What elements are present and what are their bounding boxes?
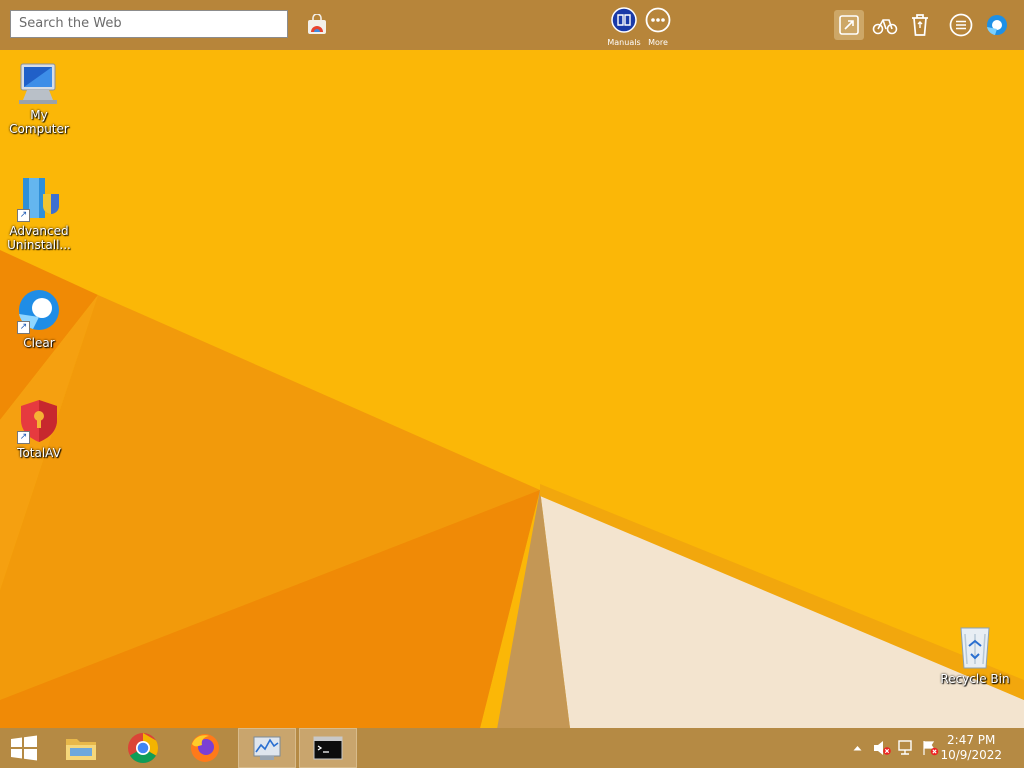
firefox-icon (191, 734, 219, 762)
menu-lines-icon (949, 13, 973, 37)
taskbar: 2:47 PM 10/9/2022 (0, 728, 1024, 768)
volume-muted-button[interactable] (872, 728, 892, 768)
desktop-icon-clear[interactable]: ↗ Clear (0, 288, 78, 350)
send-note-button[interactable] (834, 10, 864, 40)
desktop-icon-label: My Computer (9, 108, 69, 136)
search-input[interactable]: Search the Web (10, 10, 288, 38)
shortcut-arrow-icon: ↗ (17, 209, 30, 222)
folder-icon (66, 739, 96, 760)
chrome-icon (128, 733, 159, 764)
recycle-bin-icon (912, 14, 928, 36)
taskbar-firefox[interactable] (176, 728, 234, 768)
shortcut-arrow-icon: ↗ (17, 431, 30, 444)
desktop-icon-label: Recycle Bin (940, 672, 1010, 686)
desktop-icon-label: Clear (23, 336, 55, 350)
desktop-icon-recycle-bin[interactable]: Recycle Bin (936, 624, 1014, 686)
clear-app-icon: ↗ (15, 288, 63, 334)
desktop-wallpaper (0, 0, 1024, 768)
show-hidden-icons-button[interactable] (850, 728, 864, 768)
taskbar-file-explorer[interactable] (52, 728, 110, 768)
advanced-uninstaller-icon: ↗ (15, 176, 63, 222)
network-button[interactable] (896, 728, 916, 768)
system-clock[interactable]: 2:47 PM 10/9/2022 (940, 733, 1002, 763)
more-dots-icon (645, 7, 671, 33)
desktop-icon-label: Advanced Uninstall... (7, 224, 71, 252)
clock-time: 2:47 PM (947, 733, 996, 747)
action-center-button[interactable] (920, 728, 940, 768)
windows-logo-icon (11, 735, 37, 761)
taskbar-chrome[interactable] (114, 728, 172, 768)
more-button[interactable]: More (638, 7, 678, 47)
menu-button[interactable] (946, 10, 976, 40)
bike-button[interactable] (870, 10, 900, 40)
bike-icon (872, 19, 898, 35)
start-button[interactable] (0, 728, 48, 768)
taskbar-resource-monitor[interactable] (238, 728, 296, 768)
send-note-icon (839, 15, 859, 35)
store-bag-icon[interactable] (305, 13, 329, 37)
resource-monitor-icon (253, 736, 281, 760)
recycle-button[interactable] (905, 10, 935, 40)
recycle-bin-icon (951, 624, 999, 670)
desktop-icon-advanced-uninstaller[interactable]: ↗ Advanced Uninstall... (0, 176, 78, 252)
shortcut-arrow-icon: ↗ (17, 321, 30, 334)
book-icon (611, 7, 637, 33)
taskbar-command-prompt[interactable] (299, 728, 357, 768)
computer-icon (15, 60, 63, 106)
desktop-icon-label: TotalAV (17, 446, 61, 460)
clock-date: 10/9/2022 (940, 748, 1002, 762)
totalav-shield-icon: ↗ (15, 398, 63, 444)
more-label: More (648, 38, 668, 47)
clear-logo-icon (987, 15, 1007, 35)
top-toolbar: Search the Web Manuals More (0, 0, 1024, 50)
desktop-icon-my-computer[interactable]: My Computer (0, 60, 78, 136)
clear-app-button[interactable] (982, 10, 1012, 40)
command-prompt-icon (313, 736, 343, 760)
desktop-icon-totalav[interactable]: ↗ TotalAV (0, 398, 78, 460)
speaker-muted-icon (874, 741, 891, 755)
network-icon (898, 740, 912, 755)
flag-alert-icon (923, 741, 939, 756)
chevron-up-icon (853, 746, 861, 751)
